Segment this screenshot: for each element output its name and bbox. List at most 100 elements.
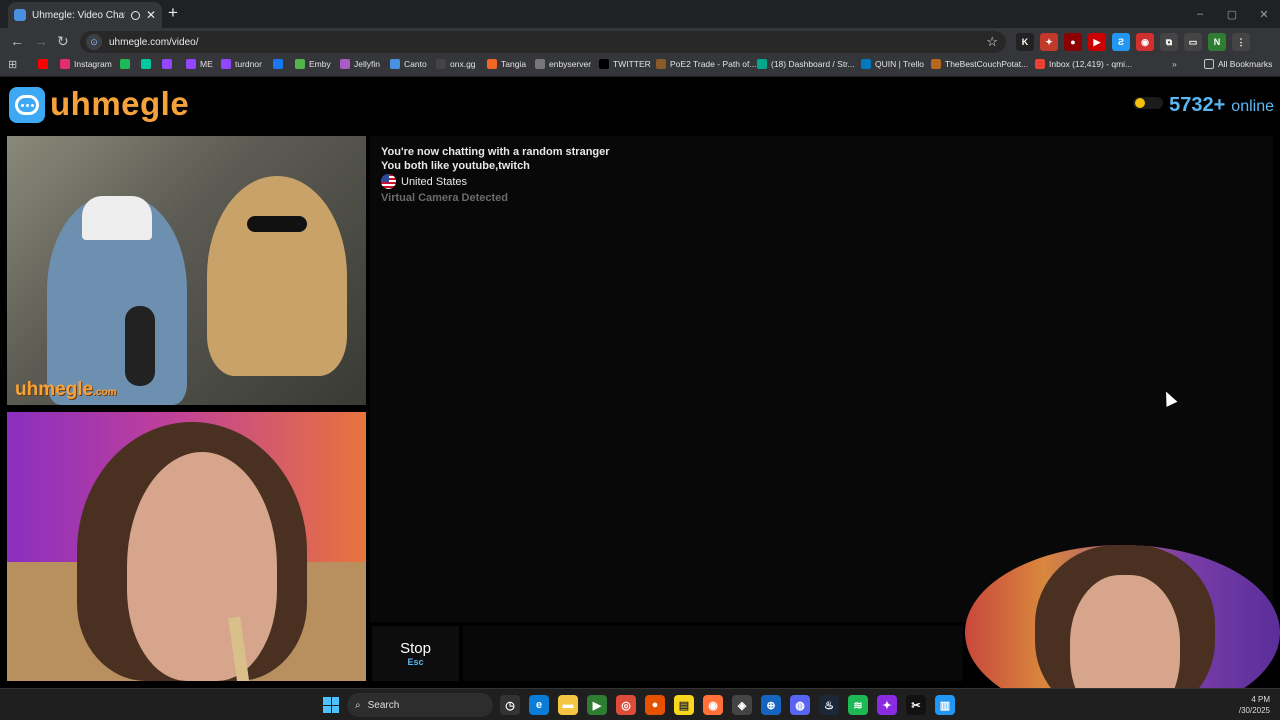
bookmark-item[interactable]: ME bbox=[186, 59, 213, 69]
message-input[interactable] bbox=[463, 626, 963, 681]
bookmark-favicon-icon bbox=[599, 59, 609, 69]
address-bar[interactable]: ⊙ uhmegle.com/video/ ☆ bbox=[80, 31, 1006, 53]
bookmark-item[interactable]: Jellyfin bbox=[340, 59, 380, 69]
site-info-icon[interactable]: ⊙ bbox=[86, 34, 102, 50]
basketball-app-icon[interactable]: ● bbox=[645, 695, 665, 715]
clock-app-icon[interactable]: ◷ bbox=[500, 695, 520, 715]
url-text[interactable]: uhmegle.com/video/ bbox=[109, 37, 199, 48]
extension-icon[interactable]: Ƨ bbox=[1112, 33, 1130, 51]
more-bookmarks-icon[interactable]: » bbox=[1172, 59, 1177, 69]
extension-icon[interactable]: ▶ bbox=[1088, 33, 1106, 51]
bookmark-favicon-icon bbox=[162, 59, 172, 69]
site-logo[interactable]: uhmegle bbox=[50, 85, 189, 123]
bookmark-item[interactable]: (18) Dashboard / Str... bbox=[757, 59, 855, 69]
country-name: United States bbox=[401, 175, 468, 188]
bookmark-label: turdnor bbox=[235, 59, 262, 69]
game-app-icon[interactable]: ✦ bbox=[877, 695, 897, 715]
search-label: Search bbox=[367, 699, 400, 711]
reload-icon[interactable]: ↻ bbox=[57, 33, 69, 50]
chat-bubble-logo-icon[interactable] bbox=[9, 87, 45, 123]
firefox-icon[interactable]: ◉ bbox=[703, 695, 723, 715]
steam-icon[interactable]: ♨ bbox=[819, 695, 839, 715]
capcut-icon[interactable]: ✂ bbox=[906, 695, 926, 715]
folder-icon bbox=[1204, 59, 1214, 69]
bookmark-star-icon[interactable]: ☆ bbox=[986, 34, 998, 50]
theme-toggle[interactable] bbox=[1133, 97, 1164, 109]
app-icon[interactable]: ◈ bbox=[732, 695, 752, 715]
extension-icon[interactable]: ✦ bbox=[1040, 33, 1058, 51]
notepad-icon[interactable]: ▥ bbox=[935, 695, 955, 715]
forward-arrow-icon[interactable]: → bbox=[34, 33, 48, 49]
bookmark-item[interactable]: Canto bbox=[390, 59, 427, 69]
back-arrow-icon[interactable]: ← bbox=[10, 33, 24, 49]
edge-icon[interactable]: e bbox=[529, 695, 549, 715]
file-explorer-icon[interactable]: ▬ bbox=[558, 695, 578, 715]
stop-shortcut: Esc bbox=[407, 657, 424, 667]
bookmark-label: ME bbox=[200, 59, 213, 69]
bookmark-favicon-icon bbox=[861, 59, 871, 69]
bookmark-item[interactable]: Instagram bbox=[60, 59, 112, 69]
bookmark-item[interactable]: Inbox (12,419) - qmi... bbox=[1035, 59, 1132, 69]
video-watermark: uhmegle.com bbox=[15, 379, 117, 400]
clock-date: /30/2025 bbox=[1238, 706, 1270, 715]
bookmarks-bar: ⊞ » All Bookmarks Instagram ME turdnor Emby… bbox=[0, 56, 1280, 77]
bookmark-label: Inbox (12,419) - qmi... bbox=[1049, 59, 1133, 69]
start-button[interactable] bbox=[323, 697, 339, 713]
bookmark-favicon-icon bbox=[38, 59, 48, 69]
extension-icon[interactable]: ● bbox=[1064, 33, 1082, 51]
bookmark-item[interactable]: Tangia bbox=[487, 59, 526, 69]
minimize-button[interactable]: – bbox=[1184, 0, 1216, 28]
sticky-notes-icon[interactable]: ▤ bbox=[674, 695, 694, 715]
bookmark-item[interactable]: TheBestCouchPotat... bbox=[931, 59, 1028, 69]
system-tray-clock[interactable]: 4 PM /30/2025 bbox=[1239, 694, 1270, 716]
stop-label: Stop bbox=[400, 640, 431, 657]
bookmark-label: Canto bbox=[404, 59, 427, 69]
bookmark-item[interactable]: PoE2 Trade - Path of... bbox=[656, 59, 756, 69]
bookmark-favicon-icon bbox=[931, 59, 941, 69]
bookmark-label: QUIN | Trello bbox=[875, 59, 924, 69]
extension-icon[interactable]: ◉ bbox=[1136, 33, 1154, 51]
spotify-icon[interactable]: ≋ bbox=[848, 695, 868, 715]
bookmark-item[interactable] bbox=[38, 59, 48, 69]
us-flag-icon bbox=[381, 174, 396, 189]
close-window-button[interactable]: ✕ bbox=[1248, 0, 1280, 28]
all-bookmarks-button[interactable]: All Bookmarks bbox=[1204, 59, 1272, 69]
bookmark-item[interactable]: QUIN | Trello bbox=[861, 59, 924, 69]
bookmark-label: TWITTER bbox=[613, 59, 651, 69]
extension-icon[interactable]: ⋮ bbox=[1232, 33, 1250, 51]
stop-button[interactable]: Stop Esc bbox=[372, 626, 459, 681]
stranger-video: uhmegle.com bbox=[7, 136, 366, 405]
sunglasses-shape bbox=[247, 216, 307, 232]
bookmark-label: PoE2 Trade - Path of... bbox=[670, 59, 757, 69]
browser-tab[interactable]: Uhmegle: Video Chat | Ran ✕ bbox=[8, 2, 162, 28]
extension-icon[interactable]: K bbox=[1016, 33, 1034, 51]
close-tab-icon[interactable]: ✕ bbox=[146, 8, 156, 22]
discord-icon[interactable]: ◍ bbox=[790, 695, 810, 715]
taskbar-search[interactable]: ⌕ Search bbox=[347, 693, 493, 717]
chrome-icon[interactable]: ◎ bbox=[616, 695, 636, 715]
bookmark-item[interactable]: onx.gg bbox=[436, 59, 476, 69]
bookmark-favicon-icon bbox=[295, 59, 305, 69]
extension-icon[interactable]: ▭ bbox=[1184, 33, 1202, 51]
bookmark-item[interactable]: turdnor bbox=[221, 59, 262, 69]
tab-title: Uhmegle: Video Chat | Ran bbox=[32, 9, 125, 21]
bookmark-favicon-icon bbox=[273, 59, 283, 69]
bookmark-item[interactable]: TWITTER bbox=[599, 59, 651, 69]
play-app-icon[interactable]: ▶ bbox=[587, 695, 607, 715]
new-tab-button[interactable]: + bbox=[168, 3, 178, 23]
bookmark-favicon-icon bbox=[390, 59, 400, 69]
bookmark-item[interactable]: Emby bbox=[295, 59, 331, 69]
browser-tab-bar: Uhmegle: Video Chat | Ran ✕ + – ▢ ✕ bbox=[0, 0, 1280, 28]
extension-icon[interactable]: N bbox=[1208, 33, 1226, 51]
bookmark-item[interactable]: enbyserver bbox=[535, 59, 591, 69]
bookmark-item[interactable] bbox=[273, 59, 283, 69]
bookmark-item[interactable] bbox=[141, 59, 151, 69]
bookmark-favicon-icon bbox=[487, 59, 497, 69]
maximize-button[interactable]: ▢ bbox=[1216, 0, 1248, 28]
network-app-icon[interactable]: ⊕ bbox=[761, 695, 781, 715]
apps-grid-icon[interactable]: ⊞ bbox=[8, 58, 17, 71]
extension-icon[interactable]: ⧉ bbox=[1160, 33, 1178, 51]
bookmark-item[interactable] bbox=[120, 59, 130, 69]
bookmark-label: onx.gg bbox=[450, 59, 476, 69]
bookmark-item[interactable] bbox=[162, 59, 172, 69]
